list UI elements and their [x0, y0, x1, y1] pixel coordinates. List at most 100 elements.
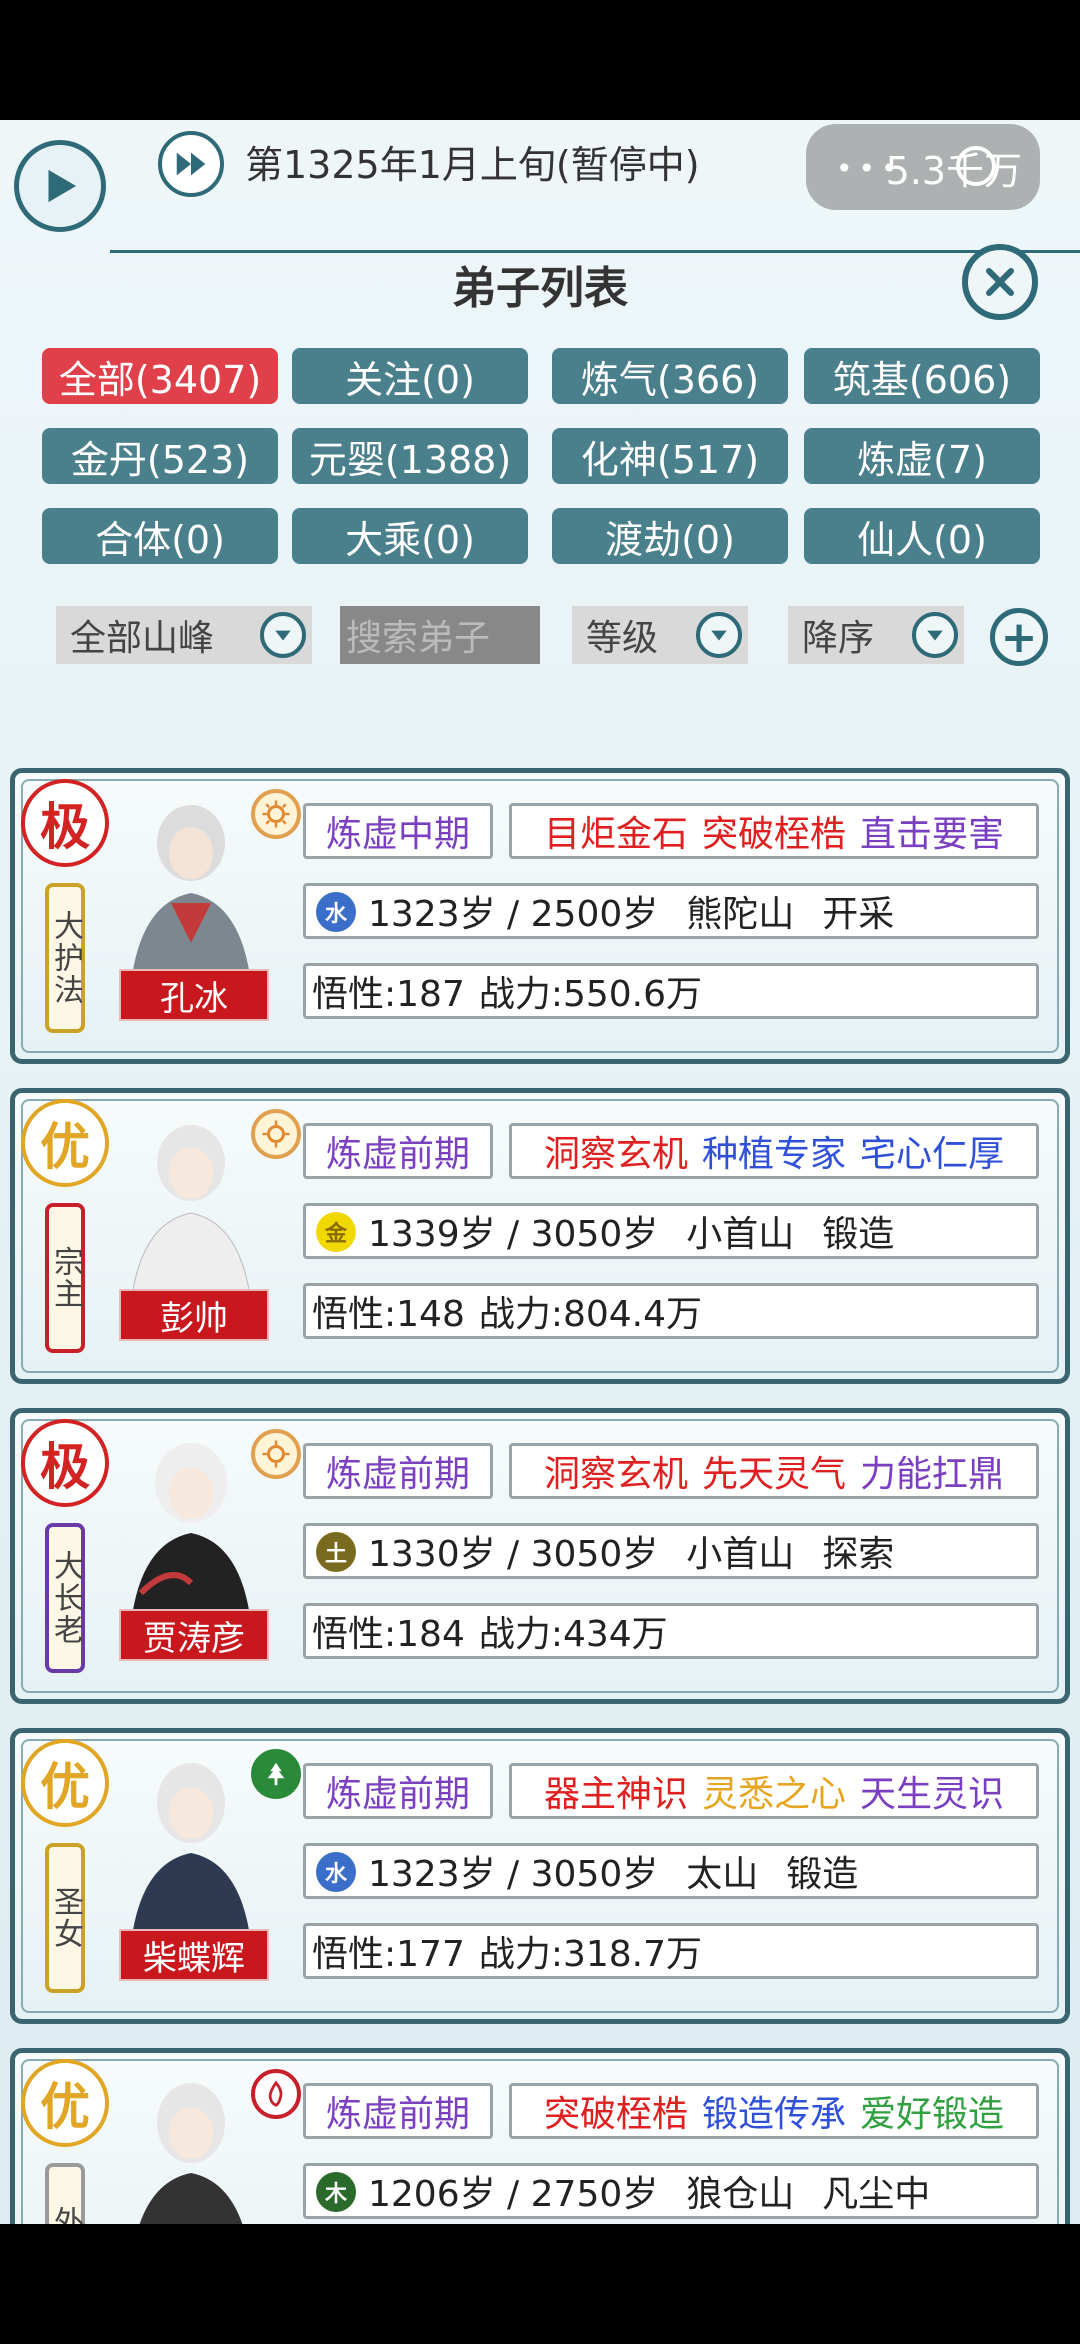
realm-label: 炼虚前期 [303, 1763, 493, 1819]
water-element-icon: 水 [316, 1852, 356, 1892]
trait: 锻造传承 [701, 2094, 846, 2135]
sort-field-select[interactable]: 等级 [572, 606, 748, 664]
traits-box: 洞察玄机 先天灵气 力能扛鼎 [509, 1443, 1039, 1499]
tab-all[interactable]: 全部(3407) [42, 348, 278, 404]
job-text: 锻造 [786, 1854, 859, 1895]
traits-box: 突破桎梏 锻造传承 爱好锻造 [509, 2083, 1039, 2139]
trait: 种植专家 [701, 1134, 846, 1175]
water-element-icon: 水 [316, 892, 356, 932]
plus-icon: + [1000, 611, 1038, 663]
tab-jindan[interactable]: 金丹(523) [42, 428, 278, 484]
trait: 洞察玄机 [543, 1134, 688, 1175]
add-button[interactable]: + [990, 608, 1048, 666]
tab-lianqi[interactable]: 炼气(366) [552, 348, 788, 404]
trait: 器主神识 [543, 1774, 688, 1815]
info-row: 木 1206岁 / 2750岁 狼仓山 凡尘中 [303, 2163, 1039, 2219]
disciple-name: 贾涛彦 [119, 1609, 269, 1661]
portrait-avatar [131, 805, 251, 983]
close-icon [986, 268, 1014, 296]
title-scroll: 圣女 [45, 1843, 85, 1993]
mountain-text: 小首山 [686, 1214, 795, 1255]
info-row: 水 1323岁 / 3050岁 太山 锻造 [303, 1843, 1039, 1899]
info-row: 水 1323岁 / 2500岁 熊陀山 开采 [303, 883, 1039, 939]
job-text: 凡尘中 [822, 2174, 931, 2215]
play-icon [48, 169, 77, 203]
tab-favorite[interactable]: 关注(0) [292, 348, 528, 404]
close-button[interactable] [962, 244, 1038, 320]
power-text: 战力:318.7万 [478, 1934, 703, 1975]
tab-yuanying[interactable]: 元婴(1388) [292, 428, 528, 484]
trait: 洞察玄机 [543, 1454, 688, 1495]
age-text: 1323岁 / 3050岁 [368, 1854, 659, 1895]
mountain-text: 太山 [686, 1854, 759, 1895]
money-value: 5.3千万 [885, 148, 1022, 193]
trait: 宅心仁厚 [860, 1134, 1005, 1175]
trait: 突破桎梏 [701, 814, 846, 855]
disciple-card[interactable]: 极 大护法 孔冰 炼虚中期 目炬金石 突破桎梏 直击要害 水 1323岁 / 2… [10, 768, 1070, 1064]
realm-label: 炼虚前期 [303, 1123, 493, 1179]
grade-badge: 优 [21, 1739, 109, 1827]
disciple-name: 彭帅 [119, 1289, 269, 1341]
top-bar: 第1325年1月上旬(暂停中) ••• 5.3千万 [0, 120, 1080, 260]
info-row: 土 1330岁 / 3050岁 小首山 探索 [303, 1523, 1039, 1579]
wisdom-text: 悟性:148 [312, 1294, 465, 1335]
realm-label: 炼虚前期 [303, 1443, 493, 1499]
trait: 爱好锻造 [860, 2094, 1005, 2135]
power-text: 战力:434万 [478, 1614, 668, 1655]
tab-xianren[interactable]: 仙人(0) [804, 508, 1040, 564]
sun-icon [251, 1109, 301, 1159]
tab-huashen[interactable]: 化神(517) [552, 428, 788, 484]
fast-forward-icon [176, 152, 206, 176]
grade-badge: 极 [21, 1419, 109, 1507]
grade-badge: 极 [21, 779, 109, 867]
tab-lianxu[interactable]: 炼虚(7) [804, 428, 1040, 484]
traits-box: 洞察玄机 种植专家 宅心仁厚 [509, 1123, 1039, 1179]
tab-dujie[interactable]: 渡劫(0) [552, 508, 788, 564]
play-button[interactable] [14, 140, 106, 232]
wisdom-text: 悟性:177 [312, 1934, 465, 1975]
sort-field-label: 等级 [586, 618, 659, 659]
stats-row: 悟性:187 战力:550.6万 [303, 963, 1039, 1019]
mountain-select[interactable]: 全部山峰 [56, 606, 312, 664]
menu-dots-icon[interactable]: ••• [836, 152, 904, 185]
portrait-avatar [131, 1443, 251, 1623]
trait: 先天灵气 [701, 1454, 846, 1495]
portrait-avatar [139, 2083, 243, 2224]
portrait-avatar [131, 1763, 251, 1943]
wood-leaf-icon [251, 1749, 301, 1799]
disciple-card[interactable]: 优 圣女 柴蝶辉 炼虚前期 器主神识 灵悉之心 天生灵识 水 1323岁 / 3… [10, 1728, 1070, 2024]
mountain-text: 狼仓山 [686, 2174, 795, 2215]
disciple-card[interactable]: 优 外门 炼虚前期 突破桎梏 锻造传承 爱好锻造 木 1206岁 / 2750岁… [10, 2048, 1070, 2224]
age-text: 1206岁 / 2750岁 [368, 2174, 659, 2215]
grade-badge: 优 [21, 2059, 109, 2147]
age-text: 1339岁 / 3050岁 [368, 1214, 659, 1255]
search-input[interactable]: 搜索弟子 [340, 606, 540, 664]
tab-zhuji[interactable]: 筑基(606) [804, 348, 1040, 404]
mountain-select-label: 全部山峰 [70, 618, 215, 659]
wood-element-icon: 木 [316, 2172, 356, 2212]
job-text: 锻造 [822, 1214, 895, 1255]
traits-box: 目炬金石 突破桎梏 直击要害 [509, 803, 1039, 859]
sort-order-select[interactable]: 降序 [788, 606, 964, 664]
money-display[interactable]: ••• 5.3千万 [806, 124, 1040, 210]
chevron-down-icon [912, 612, 958, 658]
disciple-card[interactable]: 优 宗主 彭帅 炼虚前期 洞察玄机 种植专家 宅心仁厚 金 1339岁 / 30… [10, 1088, 1070, 1384]
fire-icon [251, 2069, 301, 2119]
mountain-text: 熊陀山 [686, 894, 795, 935]
fast-forward-button[interactable] [158, 131, 224, 197]
earth-element-icon: 土 [316, 1532, 356, 1572]
age-text: 1330岁 / 3050岁 [368, 1534, 659, 1575]
realm-label: 炼虚前期 [303, 2083, 493, 2139]
disciple-card[interactable]: 极 大长老 贾涛彦 炼虚前期 洞察玄机 先天灵气 力能扛鼎 土 1330岁 / … [10, 1408, 1070, 1704]
trait: 突破桎梏 [543, 2094, 688, 2135]
tab-heti[interactable]: 合体(0) [42, 508, 278, 564]
disciple-name: 孔冰 [119, 969, 269, 1021]
stats-row: 悟性:177 战力:318.7万 [303, 1923, 1039, 1979]
info-row: 金 1339岁 / 3050岁 小首山 锻造 [303, 1203, 1039, 1259]
power-text: 战力:804.4万 [478, 1294, 703, 1335]
tab-dacheng[interactable]: 大乘(0) [292, 508, 528, 564]
portrait-avatar [130, 1125, 252, 1303]
sort-order-label: 降序 [802, 618, 875, 659]
target-ring-icon[interactable] [956, 146, 996, 186]
wisdom-text: 悟性:184 [312, 1614, 465, 1655]
